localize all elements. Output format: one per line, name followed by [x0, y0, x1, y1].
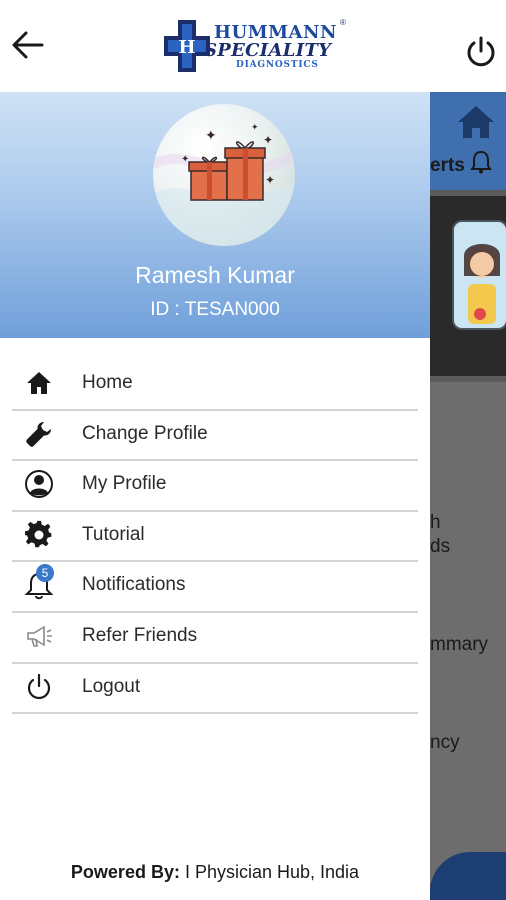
menu-item-my-profile[interactable]: My Profile [12, 461, 418, 512]
user-id: ID : TESAN000 [150, 299, 280, 320]
bell-icon [470, 150, 493, 174]
megaphone-icon [27, 625, 52, 647]
menu-item-label: My Profile [82, 473, 167, 495]
menu-item-label: Home [82, 372, 133, 393]
powered-by-footer: Powered By: I Physician Hub, India [0, 862, 430, 883]
background-header: erts [430, 92, 506, 190]
menu-item-label: Tutorial [82, 523, 145, 545]
power-icon [467, 36, 495, 67]
top-bar: H HUMMANN SPECIALITY DIAGNOSTICS ® [0, 0, 506, 92]
home-icon [458, 106, 494, 138]
menu-item-label: Refer Friends [82, 624, 198, 646]
navigation-drawer: ✦ ✦ ✦ ✦ ✦ Ramesh Kumar ID : TESAN000 Hom… [0, 92, 430, 900]
brand-logo: H HUMMANN SPECIALITY DIAGNOSTICS ® [162, 18, 352, 76]
back-button[interactable] [10, 28, 46, 62]
powered-by-label: Powered By: [70, 862, 180, 882]
background-text: ds [430, 536, 451, 557]
svg-text:H: H [178, 37, 195, 58]
registered-mark: ® [340, 18, 346, 27]
menu-item-logout[interactable]: Logout [12, 664, 418, 715]
menu-item-label: Notifications [82, 574, 186, 596]
user-circle-icon [25, 470, 53, 499]
drawer-menu: Home Change Profile My Profile Tutorial [12, 360, 418, 715]
alerts-label: erts [430, 150, 493, 177]
avatar[interactable]: ✦ ✦ ✦ ✦ ✦ [153, 104, 295, 246]
power-button[interactable] [464, 35, 498, 69]
wrench-icon [26, 421, 51, 447]
arrow-left-icon [12, 31, 44, 59]
background-text: mmary [430, 634, 489, 655]
menu-item-tutorial[interactable]: Tutorial [12, 512, 418, 563]
powered-by-text: I Physician Hub, India [179, 862, 360, 882]
doctor-illustration [464, 244, 500, 324]
gift-icon: ✦ ✦ ✦ ✦ ✦ [153, 122, 295, 246]
power-icon [27, 673, 51, 699]
logo-text: SPECIALITY [204, 40, 332, 61]
menu-item-home[interactable]: Home [12, 360, 418, 411]
menu-item-label: Logout [82, 675, 141, 697]
background-app: erts h ds mmary ncy [430, 92, 506, 900]
menu-item-change-profile[interactable]: Change Profile [12, 411, 418, 462]
home-icon [27, 372, 51, 394]
menu-item-label: Change Profile [82, 422, 208, 444]
svg-text:✦: ✦ [265, 173, 275, 187]
menu-item-refer-friends[interactable]: Refer Friends [12, 613, 418, 664]
phone-illustration [452, 220, 506, 330]
svg-text:✦: ✦ [181, 154, 189, 165]
svg-text:✦: ✦ [205, 127, 217, 143]
svg-text:✦: ✦ [251, 122, 259, 132]
background-text: h [430, 512, 441, 533]
gear-icon [25, 520, 52, 547]
logo-text: DIAGNOSTICS [236, 60, 319, 70]
menu-item-notifications[interactable]: 5 Notifications [12, 562, 418, 613]
background-text: ncy [430, 732, 460, 753]
background-content [430, 382, 506, 882]
svg-text:✦: ✦ [263, 133, 273, 147]
drawer-header: ✦ ✦ ✦ ✦ ✦ Ramesh Kumar ID : TESAN000 [0, 92, 430, 338]
user-name: Ramesh Kumar [135, 262, 295, 288]
